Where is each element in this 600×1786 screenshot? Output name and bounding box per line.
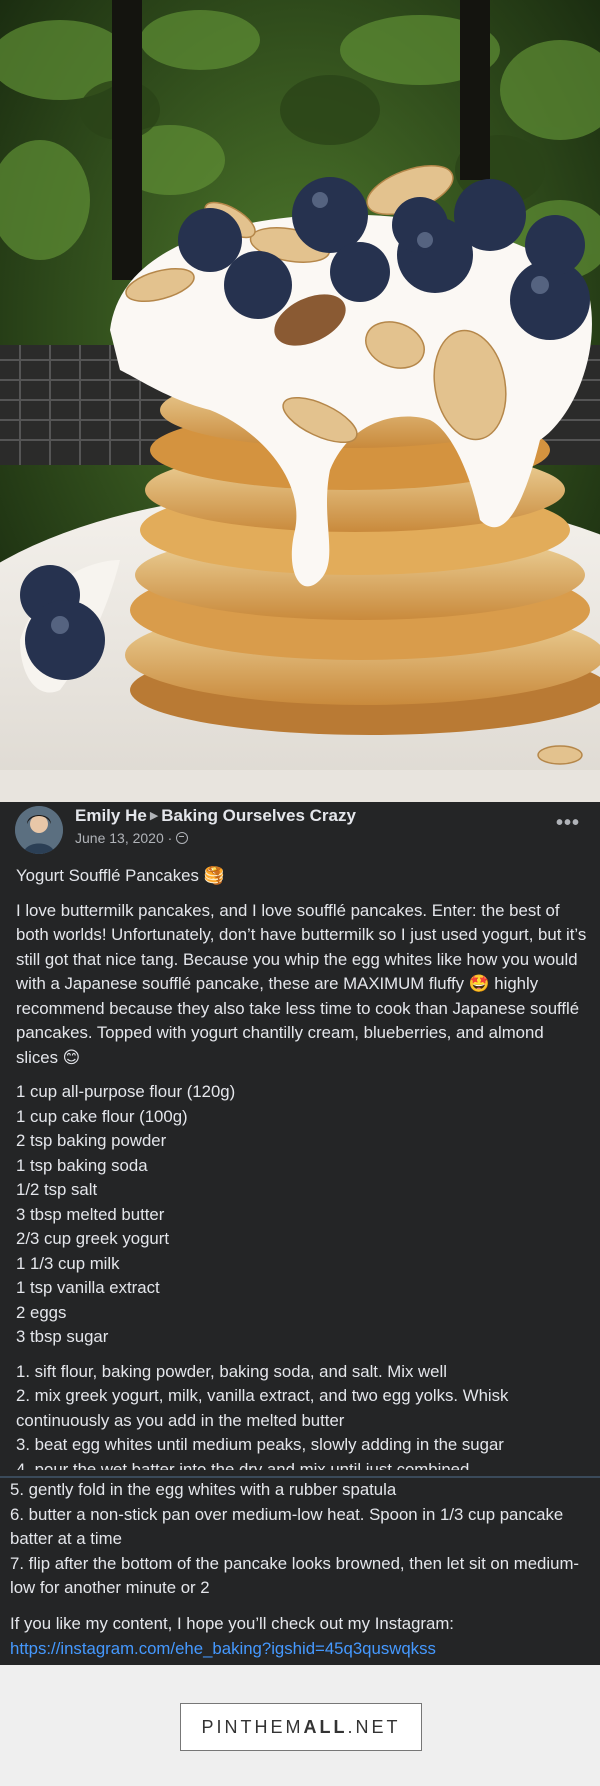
author-line: Emily He ▶ Baking Ourselves Crazy — [75, 806, 356, 826]
post-meta: June 13, 2020 · — [75, 830, 189, 846]
list-item: 6. butter a non-stick pan over medium-lo… — [10, 1504, 564, 1549]
group-name[interactable]: Baking Ourselves Crazy — [161, 806, 356, 825]
instagram-link[interactable]: https://instagram.com/ehe_baking?igshid=… — [10, 1639, 436, 1658]
list-item: 1 tsp baking soda — [16, 1155, 148, 1175]
post-photo[interactable] — [0, 0, 600, 802]
post-title: Yogurt Soufflé Pancakes 🥞 — [16, 866, 225, 885]
logo-text: PIN THEM ALL .NET — [181, 1704, 421, 1750]
logo-part-all: ALL — [303, 1716, 348, 1737]
pinthemall-logo[interactable]: PIN THEM ALL .NET — [173, 1703, 422, 1759]
steps-list-top: 1. sift flour, baking powder, baking sod… — [16, 1360, 588, 1470]
author-name[interactable]: Emily He — [75, 806, 147, 825]
ingredient-list: 1 cup all-purpose flour (120g) 1 cup cak… — [16, 1080, 588, 1350]
list-item: 2 eggs — [16, 1302, 67, 1322]
site-footer: PIN THEM ALL .NET — [0, 1665, 600, 1786]
logo-part-pin: PIN — [201, 1716, 241, 1737]
list-item: 4. pour the wet batter into the dry and … — [16, 1459, 470, 1470]
list-item: 1 tsp vanilla extract — [16, 1278, 160, 1297]
facebook-post: Emily He ▶ Baking Ourselves Crazy June 13,… — [0, 802, 600, 1665]
list-item: 1/2 tsp salt — [16, 1180, 98, 1199]
arrow-right-icon: ▶ — [149, 810, 159, 822]
post-header: Emily He ▶ Baking Ourselves Crazy June 13,… — [0, 802, 600, 862]
list-item: 1 cup all-purpose flour (120g) — [16, 1082, 236, 1101]
pancake-photo-illustration — [0, 0, 600, 802]
list-item: 1 cup cake flour (100g) — [16, 1106, 188, 1126]
list-item: 7. flip after the bottom of the pancake … — [10, 1553, 580, 1598]
closing-text: If you like my content, I hope you’ll ch… — [10, 1612, 590, 1661]
list-item: 5. gently fold in the egg whites with a … — [10, 1480, 397, 1499]
closing-line: If you like my content, I hope you’ll ch… — [10, 1614, 454, 1633]
list-item: 2/3 cup greek yogurt — [16, 1229, 169, 1248]
list-item: 3 tbsp melted butter — [16, 1204, 165, 1224]
logo-part-net: .NET — [347, 1716, 401, 1737]
list-item: 1 1/3 cup milk — [16, 1253, 120, 1273]
post-intro: I love buttermilk pancakes, and I love s… — [16, 900, 587, 1067]
list-item: 3 tbsp sugar — [16, 1327, 109, 1346]
post-date[interactable]: June 13, 2020 · — [75, 830, 172, 846]
list-item: 2. mix greek yogurt, milk, vanilla extra… — [16, 1386, 509, 1430]
avatar[interactable] — [15, 806, 63, 854]
post-body: Yogurt Soufflé Pancakes 🥞 I love butterm… — [16, 864, 588, 1470]
globe-icon — [176, 832, 189, 844]
steps-list-bottom: 5. gently fold in the egg whites with a … — [10, 1478, 590, 1601]
list-item: 3. beat egg whites until medium peaks, s… — [16, 1435, 504, 1454]
logo-part-them: THEM — [240, 1716, 304, 1737]
more-options-icon[interactable]: ••• — [556, 812, 580, 835]
list-item: 1. sift flour, baking powder, baking sod… — [16, 1361, 447, 1381]
avatar-portrait-icon — [15, 806, 63, 854]
list-item: 2 tsp baking powder — [16, 1131, 167, 1150]
